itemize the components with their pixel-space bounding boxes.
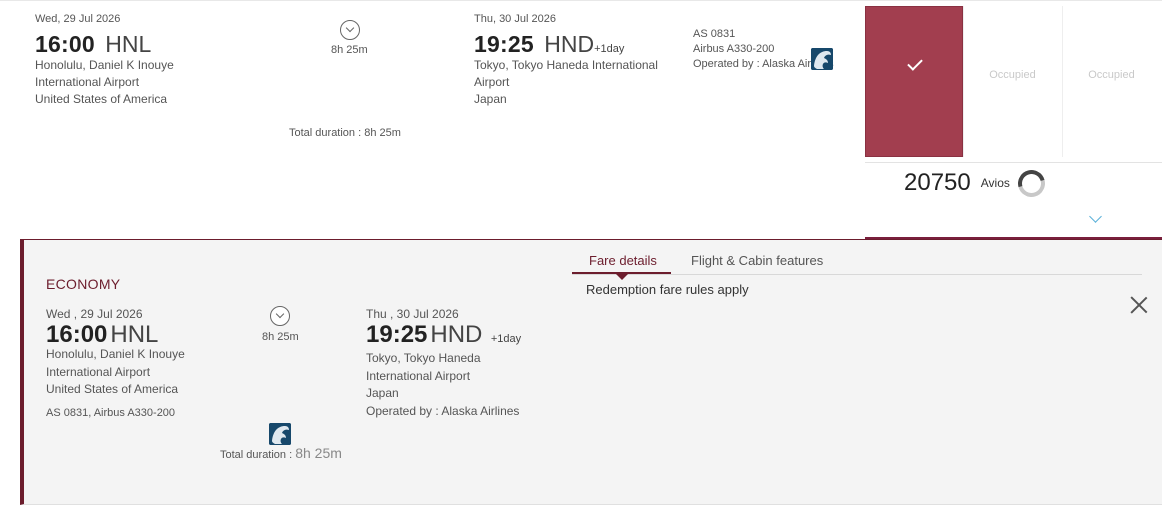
tab-flight-cabin-features[interactable]: Flight & Cabin features	[691, 253, 823, 268]
departure-airport-code: HNL	[105, 31, 152, 57]
clock-icon	[270, 306, 290, 326]
arrival-airport-code: HND	[544, 31, 595, 57]
fare-details-panel: ECONOMY Wed , 29 Jul 2026 16:00 HNL Honol…	[20, 239, 1162, 505]
loading-spinner-icon	[1012, 164, 1050, 202]
arrival-place-line: Tokyo, Tokyo Haneda International	[474, 58, 658, 72]
arrival-time: 19:25	[474, 31, 534, 57]
detail-arrival-place-line: Tokyo, Tokyo Haneda	[366, 351, 481, 365]
alaska-airlines-logo-icon	[269, 423, 291, 445]
arrival-place: Tokyo, Tokyo Haneda International Airpor…	[474, 57, 658, 108]
departure-time-row: 16:00 HNL	[35, 31, 151, 58]
detail-departure-date: Wed , 29 Jul 2026	[46, 307, 143, 321]
detail-total-duration-value: 8h 25m	[295, 445, 342, 461]
tab-active-caret	[616, 274, 628, 280]
departure-place-line: Honolulu, Daniel K Inouye	[35, 58, 174, 72]
detail-arrival-time-row: 19:25 HND +1day	[366, 321, 521, 349]
fare-rules-text: Redemption fare rules apply	[586, 282, 749, 297]
detail-arrival-plus-day: +1day	[490, 333, 522, 345]
total-duration: Total duration : 8h 25m	[289, 127, 401, 139]
clock-icon	[340, 20, 360, 40]
detail-departure-place-line: United States of America	[46, 382, 179, 396]
flight-number: AS 0831	[693, 28, 736, 40]
avios-price: 20750 Avios	[904, 164, 1050, 202]
fare-occupied-label: Occupied	[1088, 69, 1135, 81]
detail-duration: 8h 25m	[262, 331, 299, 343]
departure-date: Wed, 29 Jul 2026	[35, 13, 121, 25]
detail-total-duration: Total duration : 8h 25m	[220, 445, 342, 463]
detail-operated-by: Operated by : Alaska Airlines	[366, 404, 520, 418]
detail-departure-time: 16:00	[46, 321, 108, 348]
close-icon[interactable]	[1130, 296, 1148, 314]
detail-departure-time-row: 16:00 HNL	[46, 321, 158, 349]
departure-time: 16:00	[35, 31, 95, 57]
tab-fare-details[interactable]: Fare details	[589, 253, 657, 268]
fare-option-occupied: Occupied	[963, 6, 1061, 157]
departure-place-line: United States of America	[35, 92, 168, 106]
departure-place-line: International Airport	[35, 75, 140, 89]
detail-departure-place-line: International Airport	[46, 364, 151, 379]
detail-departure-code: HNL	[110, 321, 159, 348]
detail-flight-info: AS 0831, Airbus A330-200	[46, 407, 176, 419]
arrival-plus-day: +1day	[594, 43, 625, 55]
detail-arrival-place: Tokyo, Tokyo Haneda International Airpor…	[366, 350, 481, 403]
detail-arrival-date: Thu , 30 Jul 2026	[366, 307, 459, 321]
alaska-airlines-logo-icon	[811, 48, 833, 70]
tab-bar-line	[572, 274, 1142, 275]
fare-divider	[865, 162, 1162, 163]
duration-short: 8h 25m	[331, 44, 368, 56]
detail-arrival-time: 19:25	[366, 321, 428, 348]
cabin-class-title: ECONOMY	[46, 276, 121, 292]
arrival-date: Thu, 30 Jul 2026	[474, 13, 556, 25]
detail-arrival-code: HND	[430, 321, 483, 348]
detail-arrival-place-line: International Airport	[366, 368, 471, 383]
flight-summary-card: Wed, 29 Jul 2026 16:00 HNL Honolulu, Dan…	[0, 0, 1162, 240]
fare-option-occupied: Occupied	[1062, 6, 1160, 157]
avios-amount: 20750	[904, 169, 971, 196]
detail-arrival-place-line: Japan	[366, 386, 399, 400]
departure-place: Honolulu, Daniel K Inouye International …	[35, 57, 174, 108]
detail-departure-place-line: Honolulu, Daniel K Inouye	[46, 347, 185, 361]
fare-option-selected[interactable]	[865, 6, 963, 157]
avios-label: Avios	[980, 176, 1010, 190]
fare-occupied-label: Occupied	[989, 69, 1036, 81]
arrival-place-line: Japan	[474, 92, 507, 106]
detail-total-duration-label: Total duration :	[220, 449, 296, 461]
check-icon	[907, 55, 923, 71]
arrival-place-line: Airport	[474, 75, 510, 89]
detail-departure-place: Honolulu, Daniel K Inouye International …	[46, 346, 185, 399]
chevron-down-icon[interactable]	[1089, 210, 1102, 223]
arrival-time-row: 19:25 HND+1day	[474, 31, 624, 58]
